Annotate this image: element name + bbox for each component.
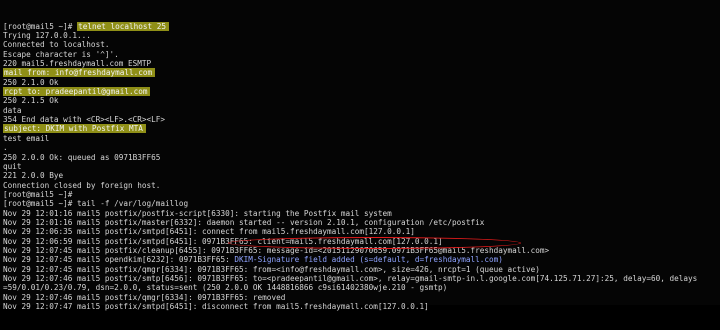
terminal-line: 220 mail5.freshdaymall.com ESMTP xyxy=(3,59,720,68)
highlighted-command: rcpt to: pradeepantil@gmail.com xyxy=(3,87,151,97)
terminal-window[interactable]: [root@mail5 ~]# telnet localhost 25 Tryin… xyxy=(0,0,720,311)
line-text: data xyxy=(3,105,22,115)
terminal-line: 250 2.1.5 Ok xyxy=(3,96,720,105)
terminal-line: Nov 29 12:07:47 mail5 postfix/smtpd[6451… xyxy=(3,302,720,311)
line-text: Nov 29 12:07:47 mail5 postfix/smtpd[6451… xyxy=(3,302,429,311)
line-text: Nov 29 12:06:35 mail5 postfix/smtpd[6451… xyxy=(3,227,415,237)
terminal-output: [root@mail5 ~]# telnet localhost 25 Tryin… xyxy=(3,21,720,312)
terminal-line: Nov 29 12:07:46 mail5 postfix/qmgr[6334]… xyxy=(3,293,720,302)
line-text: Trying 127.0.0.1... xyxy=(3,31,91,41)
line-text: Nov 29 12:01:16 mail5 postfix/master[633… xyxy=(3,217,485,227)
line-text: [root@mail5 ~]# tail -f /var/log/maillog xyxy=(3,199,189,209)
terminal-line: subject: DKIM with Postfix MTA xyxy=(3,124,720,134)
line-text: Escape character is '^]'. xyxy=(3,49,119,59)
line-text: Nov 29 12:07:45 mail5 postfix/cleanup[64… xyxy=(3,245,550,255)
line-text: Nov 29 12:07:45 mail5 postfix/qmgr[6334]… xyxy=(3,264,540,274)
line-text: Nov 29 12:06:59 mail5 postfix/smtpd[6451… xyxy=(3,236,443,246)
terminal-line: . xyxy=(3,143,720,152)
terminal-line: Connected to localhost. xyxy=(3,40,720,49)
line-text: . xyxy=(3,143,8,153)
terminal-line: 354 End data with <CR><LF>.<CR><LF> xyxy=(3,115,720,124)
terminal-line: test email xyxy=(3,134,720,143)
terminal-line: Nov 29 12:07:46 mail5 postfix/smtp[6456]… xyxy=(3,274,720,283)
line-text: 220 mail5.freshdaymall.com ESMTP xyxy=(3,59,152,69)
line-text: [root@mail5 ~]# xyxy=(3,189,73,199)
line-text: =59/0.01/0.23/0.79, dsn=2.0.0, status=se… xyxy=(3,283,448,293)
line-text: test email xyxy=(3,133,50,143)
line-text: 250 2.0.0 Ok: queued as 0971B3FF65 xyxy=(3,152,161,162)
line-text: Connected to localhost. xyxy=(3,40,110,50)
line-text: Connection closed by foreign host. xyxy=(3,180,161,190)
terminal-line: 250 2.1.0 Ok xyxy=(3,78,720,87)
terminal-line: [root@mail5 ~]# xyxy=(3,190,720,199)
terminal-line: data xyxy=(3,106,720,115)
line-text: Nov 29 12:07:46 mail5 postfix/qmgr[6334]… xyxy=(3,292,286,302)
terminal-line: Nov 29 12:07:45 mail5 postfix/qmgr[6334]… xyxy=(3,265,720,274)
terminal-line: Connection closed by foreign host. xyxy=(3,181,720,190)
terminal-line: =59/0.01/0.23/0.79, dsn=2.0.0, status=se… xyxy=(3,283,720,292)
terminal-line: Trying 127.0.0.1... xyxy=(3,31,720,40)
terminal-line: [root@mail5 ~]# tail -f /var/log/maillog xyxy=(3,199,720,208)
terminal-line: Nov 29 12:01:16 mail5 postfix/master[633… xyxy=(3,218,720,227)
terminal-line: mail from: info@freshdaymall.com xyxy=(3,68,720,78)
highlighted-command: telnet localhost 25 xyxy=(77,21,169,31)
terminal-line: Nov 29 12:06:35 mail5 postfix/smtpd[6451… xyxy=(3,227,720,236)
line-text: 354 End data with <CR><LF>.<CR><LF> xyxy=(3,115,165,125)
line-text: 250 2.1.0 Ok xyxy=(3,77,59,87)
terminal-line: Nov 29 12:06:59 mail5 postfix/smtpd[6451… xyxy=(3,237,720,246)
line-text: Nov 29 12:01:16 mail5 postfix/postfix-sc… xyxy=(3,208,392,218)
line-text: Nov 29 12:07:46 mail5 postfix/smtp[6456]… xyxy=(3,273,698,283)
dkim-signature-message: DKIM-Signature field added (s=default, d… xyxy=(234,255,503,265)
line-text: 250 2.1.5 Ok xyxy=(3,96,59,106)
terminal-line: Nov 29 12:01:16 mail5 postfix/postfix-sc… xyxy=(3,209,720,218)
terminal-line: quit xyxy=(3,162,720,171)
terminal-line: Nov 29 12:07:45 mail5 postfix/cleanup[64… xyxy=(3,246,720,255)
shell-prompt: [root@mail5 ~]# xyxy=(3,21,78,31)
terminal-line: Escape character is '^]'. xyxy=(3,50,720,59)
terminal-line: Nov 29 12:07:45 mail5 opendkim[6232]: 09… xyxy=(3,255,720,264)
line-text: Nov 29 12:07:45 mail5 opendkim[6232]: 09… xyxy=(3,255,235,265)
terminal-line: [root@mail5 ~]# telnet localhost 25 xyxy=(3,21,720,31)
highlighted-command: mail from: info@freshdaymall.com xyxy=(3,68,156,78)
line-text: 221 2.0.0 Bye xyxy=(3,171,64,181)
terminal-line: 250 2.0.0 Ok: queued as 0971B3FF65 xyxy=(3,153,720,162)
terminal-line: rcpt to: pradeepantil@gmail.com xyxy=(3,87,720,97)
terminal-line: 221 2.0.0 Bye xyxy=(3,171,720,180)
highlighted-command: subject: DKIM with Postfix MTA xyxy=(3,124,146,134)
line-text: quit xyxy=(3,161,22,171)
